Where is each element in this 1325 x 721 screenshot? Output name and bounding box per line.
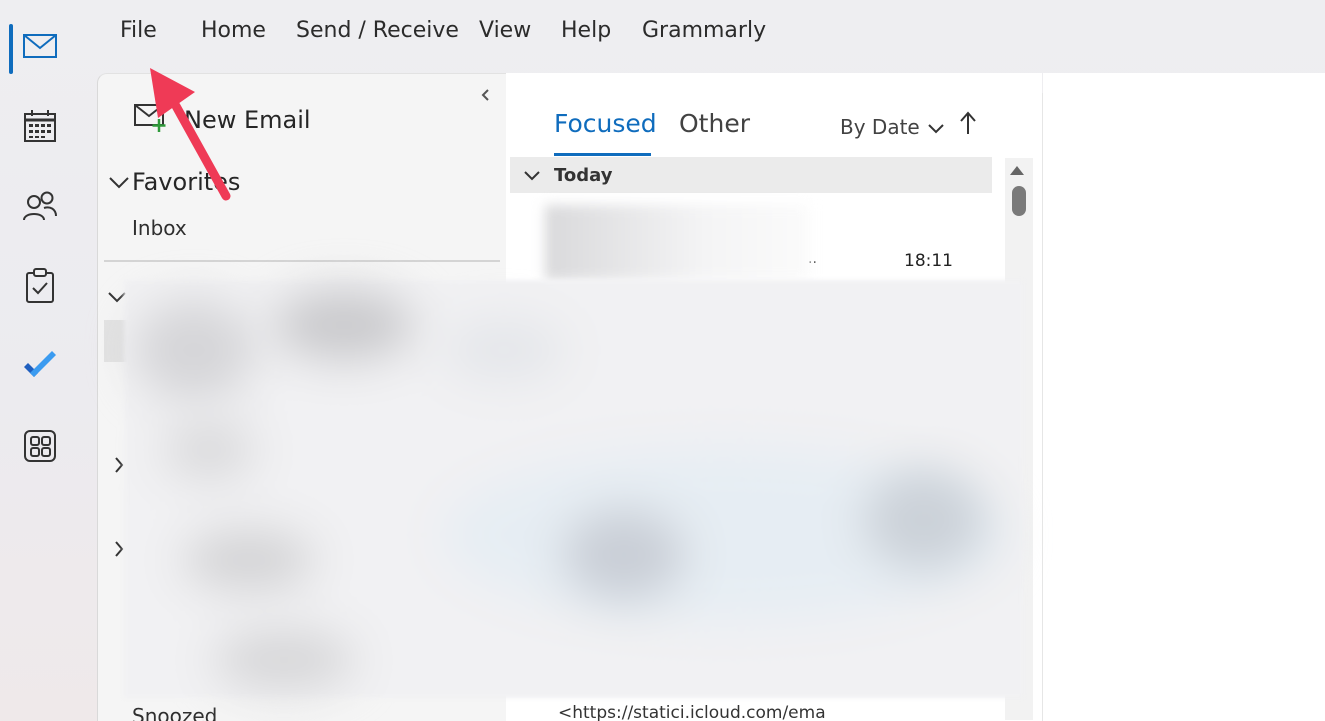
rail-mail[interactable] bbox=[0, 18, 80, 78]
blur-shape bbox=[164, 420, 254, 480]
scroll-thumb[interactable] bbox=[1012, 186, 1026, 216]
sort-label: By Date bbox=[840, 115, 920, 139]
folder-expand-chevron[interactable] bbox=[114, 456, 124, 479]
focused-tab-underline bbox=[554, 153, 651, 156]
navigation-rail bbox=[0, 0, 80, 721]
folder-snoozed[interactable]: Snoozed bbox=[132, 704, 217, 721]
rail-apps[interactable] bbox=[0, 418, 80, 478]
redacted-content-area bbox=[124, 280, 1024, 698]
group-header-today[interactable]: Today bbox=[510, 157, 992, 193]
collapse-pane-button[interactable] bbox=[476, 88, 496, 106]
message-preview-text: <https://statici.icloud.com/ema bbox=[558, 703, 826, 721]
new-email-button[interactable]: New Email bbox=[134, 100, 311, 140]
chevron-left-icon bbox=[481, 89, 491, 105]
folder-divider bbox=[104, 260, 500, 262]
todo-icon bbox=[22, 351, 58, 385]
active-indicator bbox=[9, 24, 13, 74]
people-icon bbox=[22, 190, 58, 226]
sort-by-dropdown[interactable]: By Date bbox=[840, 115, 944, 139]
folder-expand-chevron[interactable] bbox=[114, 540, 124, 563]
tab-focused[interactable]: Focused bbox=[554, 109, 657, 138]
tab-other[interactable]: Other bbox=[679, 109, 750, 138]
mail-icon bbox=[23, 34, 57, 62]
scroll-up-icon[interactable] bbox=[1009, 164, 1025, 180]
blur-shape bbox=[564, 510, 684, 600]
folder-inbox[interactable]: Inbox bbox=[132, 216, 187, 240]
rail-tasks[interactable] bbox=[0, 258, 80, 318]
new-email-icon bbox=[134, 103, 168, 137]
rail-calendar[interactable] bbox=[0, 98, 80, 158]
menu-help[interactable]: Help bbox=[561, 18, 611, 43]
menu-file[interactable]: File bbox=[120, 18, 157, 43]
sort-direction-button[interactable] bbox=[960, 111, 976, 142]
message-time: 18:11 bbox=[904, 251, 953, 271]
group-label: Today bbox=[554, 164, 613, 186]
calendar-icon bbox=[23, 109, 57, 147]
blur-shape bbox=[864, 470, 984, 570]
new-email-label: New Email bbox=[184, 106, 311, 134]
blur-shape bbox=[214, 630, 354, 690]
reading-pane bbox=[1043, 73, 1325, 721]
blur-shape bbox=[184, 530, 314, 590]
tasks-icon bbox=[25, 268, 55, 308]
favorites-label: Favorites bbox=[132, 168, 241, 196]
rail-people[interactable] bbox=[0, 178, 80, 238]
blur-shape bbox=[134, 300, 254, 400]
redacted-message-sender bbox=[545, 205, 810, 280]
chevron-down-icon bbox=[524, 166, 540, 185]
menu-home[interactable]: Home bbox=[201, 18, 266, 43]
chevron-down-icon bbox=[108, 168, 130, 196]
menu-grammarly[interactable]: Grammarly bbox=[642, 18, 766, 43]
chevron-down-icon bbox=[928, 115, 944, 139]
menu-view[interactable]: View bbox=[479, 18, 531, 43]
rail-todo[interactable] bbox=[0, 338, 80, 398]
arrow-up-icon bbox=[960, 111, 976, 142]
outlook-window: File Home Send / Receive View Help Gramm… bbox=[0, 0, 1325, 721]
blur-shape bbox=[274, 290, 414, 360]
menu-send-receive[interactable]: Send / Receive bbox=[296, 18, 459, 43]
apps-icon bbox=[24, 430, 56, 466]
blur-shape bbox=[444, 320, 564, 380]
favorites-group[interactable]: Favorites bbox=[108, 168, 240, 196]
